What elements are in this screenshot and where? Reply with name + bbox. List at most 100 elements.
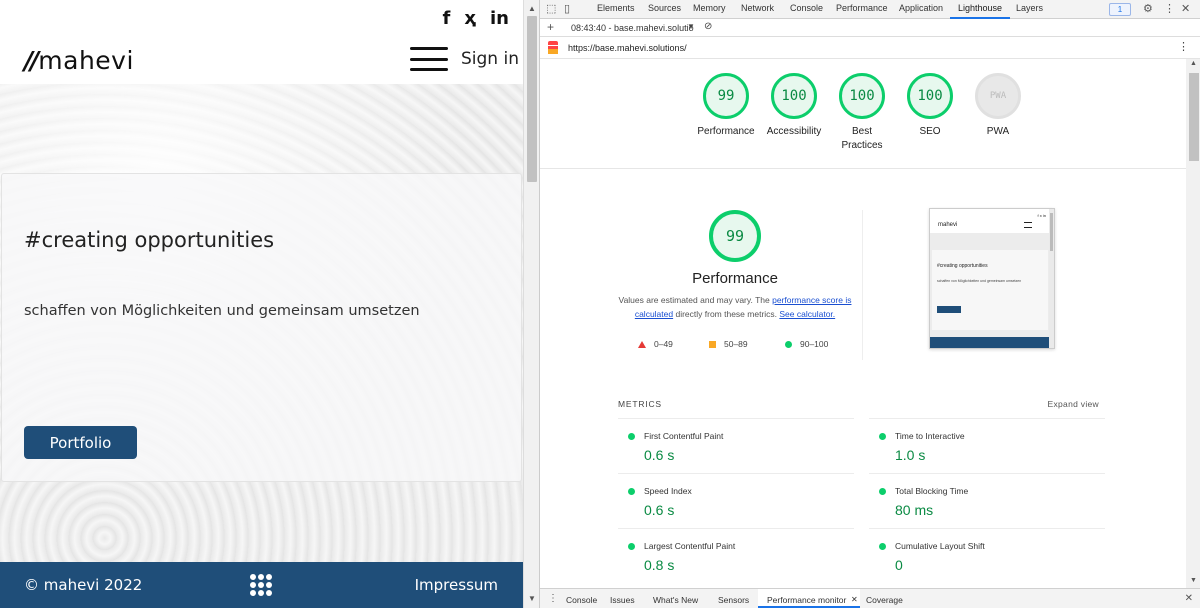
site-footer: © mahevi 2022 Impressum: [0, 562, 523, 608]
drawer-tab-issues[interactable]: Issues: [610, 595, 635, 605]
chevron-down-icon[interactable]: ▼: [687, 22, 695, 31]
website-scrollbar[interactable]: ▲ ▼: [523, 0, 539, 608]
metrics-heading: METRICS: [618, 399, 662, 409]
drawer-tab-console[interactable]: Console: [566, 595, 597, 605]
inspect-element-icon[interactable]: ⬚: [546, 2, 556, 15]
xing-icon[interactable]: ҳ: [464, 8, 476, 29]
tab-layers[interactable]: Layers: [1016, 3, 1043, 13]
tab-application[interactable]: Application: [899, 3, 943, 13]
pass-circle-icon: [785, 340, 792, 348]
device-toolbar-icon[interactable]: ▯: [564, 2, 570, 15]
pass-circle-icon: [628, 433, 635, 440]
drawer-tab-whats-new[interactable]: What's New: [653, 595, 698, 605]
drawer-tab-bar: ⋮ Console Issues What's New Sensors Perf…: [540, 588, 1200, 608]
performance-score-ring: 99: [709, 210, 761, 262]
sign-in-link[interactable]: Sign in: [461, 49, 519, 69]
performance-title: Performance: [692, 270, 778, 287]
impressum-link[interactable]: Impressum: [415, 576, 498, 594]
facebook-icon[interactable]: f: [443, 8, 451, 29]
final-screenshot-thumbnail[interactable]: f x in mahevi #creating opportunities sc…: [929, 208, 1055, 349]
tab-sources[interactable]: Sources: [648, 3, 681, 13]
screen: f ҳ in //mahevi Sign in #creating opport…: [0, 0, 1200, 608]
close-tab-icon[interactable]: ✕: [851, 595, 858, 604]
scrollbar-thumb[interactable]: [527, 16, 537, 182]
pass-circle-icon: [628, 543, 635, 550]
devtools-panel: ⬚ ▯ Elements Sources Memory Network Cons…: [539, 0, 1200, 608]
metric-value: 0.8 s: [644, 557, 675, 573]
gauge-pwa[interactable]: PWA PWA: [958, 73, 1038, 139]
metric-name: Cumulative Layout Shift: [895, 541, 985, 551]
pass-circle-icon: [879, 543, 886, 550]
tab-elements[interactable]: Elements: [597, 3, 635, 13]
metric-name: First Contentful Paint: [644, 431, 724, 441]
drawer-menu-icon[interactable]: ⋮: [548, 593, 558, 604]
score-ring: 100: [771, 73, 817, 119]
thumb-social-icons: f x in: [1037, 213, 1046, 218]
note-prefix: Values are estimated and may vary. The: [618, 295, 773, 305]
thumb-button: [937, 306, 961, 313]
site-logo[interactable]: //mahevi: [24, 46, 134, 75]
fail-triangle-icon: [638, 340, 646, 348]
tab-performance[interactable]: Performance: [836, 3, 888, 13]
score-ring: 99: [703, 73, 749, 119]
thumb-footer: [930, 337, 1050, 348]
pass-circle-icon: [879, 433, 886, 440]
tab-lighthouse[interactable]: Lighthouse: [958, 3, 1002, 13]
legend-pass: 90–100: [785, 339, 828, 349]
metric-name: Time to Interactive: [895, 431, 965, 441]
metric-value: 0.6 s: [644, 447, 675, 463]
drawer-tab-coverage[interactable]: Coverage: [866, 595, 903, 605]
metric-largest-contentful-paint: Largest Contentful Paint 0.8 s: [618, 528, 854, 583]
tab-memory[interactable]: Memory: [693, 3, 726, 13]
more-options-icon[interactable]: ⋮: [1164, 2, 1175, 15]
report-selector[interactable]: 08:43:40 - base.mahevi.solutio: [571, 23, 694, 33]
tab-console[interactable]: Console: [790, 3, 823, 13]
issues-badge[interactable]: 1: [1109, 3, 1131, 16]
metric-name: Total Blocking Time: [895, 486, 969, 496]
portfolio-button[interactable]: Portfolio: [24, 426, 137, 459]
metric-time-to-interactive: Time to Interactive 1.0 s: [869, 418, 1105, 473]
scroll-up-icon[interactable]: ▲: [528, 4, 536, 13]
close-drawer-icon[interactable]: ✕: [1185, 593, 1193, 604]
clear-reports-icon[interactable]: ⊘: [704, 21, 712, 32]
settings-gear-icon[interactable]: ⚙: [1143, 2, 1153, 15]
scroll-down-icon[interactable]: ▼: [1190, 577, 1197, 584]
hamburger-menu-icon[interactable]: [410, 47, 448, 71]
legend-average: 50–89: [709, 339, 748, 349]
thumb-menu-icon: [1024, 222, 1032, 228]
drawer-tab-sensors[interactable]: Sensors: [718, 595, 749, 605]
thumb-logo: mahevi: [938, 222, 958, 228]
report-scrollbar[interactable]: ▲ ▼: [1186, 59, 1200, 588]
linkedin-icon[interactable]: in: [490, 8, 509, 29]
drawer-tab-performance-monitor[interactable]: Performance monitor: [767, 595, 846, 605]
thumb-title: #creating opportunities: [937, 263, 988, 269]
legend-pass-label: 90–100: [800, 339, 829, 349]
metric-value: 0.6 s: [644, 502, 675, 518]
see-calculator-link[interactable]: See calculator.: [779, 309, 835, 319]
gauge-label: Best Practices: [841, 126, 883, 151]
hero-title: #creating opportunities: [24, 228, 275, 252]
report-url: https://base.mahevi.solutions/: [568, 43, 687, 53]
score-gauges: 99 Performance 100 Accessibility 100 Bes…: [540, 59, 1186, 169]
scroll-down-icon[interactable]: ▼: [528, 594, 536, 603]
pass-circle-icon: [879, 488, 886, 495]
tab-network[interactable]: Network: [741, 3, 774, 13]
summary-divider: [862, 210, 863, 360]
legend-fail: 0–49: [638, 339, 673, 349]
note-mid: directly from these metrics.: [673, 309, 780, 319]
metric-name: Largest Contentful Paint: [644, 541, 736, 551]
close-devtools-icon[interactable]: ✕: [1181, 2, 1190, 15]
new-report-icon[interactable]: +: [547, 20, 554, 34]
report-url-bar: https://base.mahevi.solutions/ ⋮: [540, 37, 1200, 59]
lighthouse-toolbar: + 08:43:40 - base.mahevi.solutio ▼ ⊘: [540, 19, 1200, 37]
metric-value: 0: [895, 557, 903, 573]
scroll-up-icon[interactable]: ▲: [1190, 60, 1197, 67]
report-menu-icon[interactable]: ⋮: [1178, 40, 1189, 53]
copyright-text: © mahevi 2022: [24, 576, 143, 594]
scrollbar-thumb[interactable]: [1189, 73, 1199, 161]
metric-total-blocking-time: Total Blocking Time 80 ms: [869, 473, 1105, 528]
social-links: f ҳ in: [443, 8, 509, 29]
issues-badge-count: 1: [1117, 5, 1123, 14]
expand-view-toggle[interactable]: Expand view: [1048, 399, 1100, 409]
grid-menu-icon[interactable]: [250, 574, 272, 596]
